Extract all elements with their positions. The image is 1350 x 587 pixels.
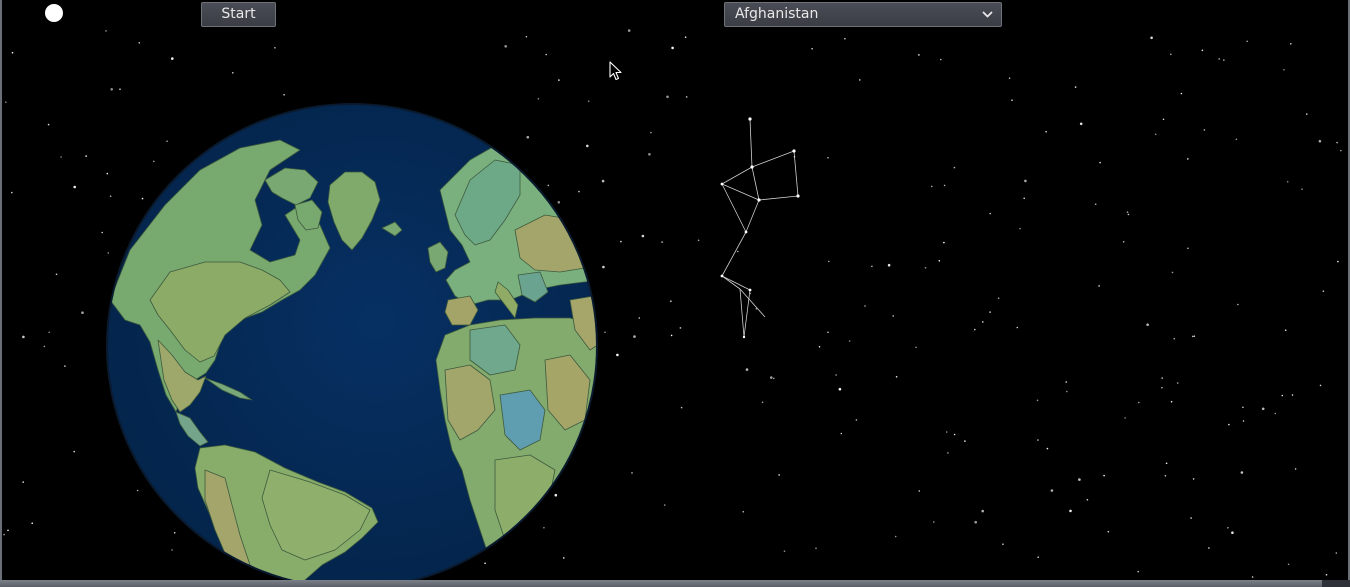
scrollbar-end-cap [1322, 580, 1350, 587]
window-frame-left [0, 0, 2, 587]
constellation-stars [720, 117, 800, 339]
mouse-pointer-icon [609, 61, 622, 81]
bottom-scrollbar[interactable] [0, 580, 1350, 587]
chevron-down-icon [982, 11, 993, 18]
status-indicator [45, 4, 63, 22]
constellation [720, 117, 800, 339]
start-button[interactable]: Start [201, 2, 276, 27]
constellation-lines [721, 118, 799, 338]
country-select[interactable]: Afghanistan [724, 2, 1002, 27]
country-select-value: Afghanistan [735, 6, 819, 22]
globe-scene[interactable]: Start Afghanistan [0, 0, 1350, 587]
